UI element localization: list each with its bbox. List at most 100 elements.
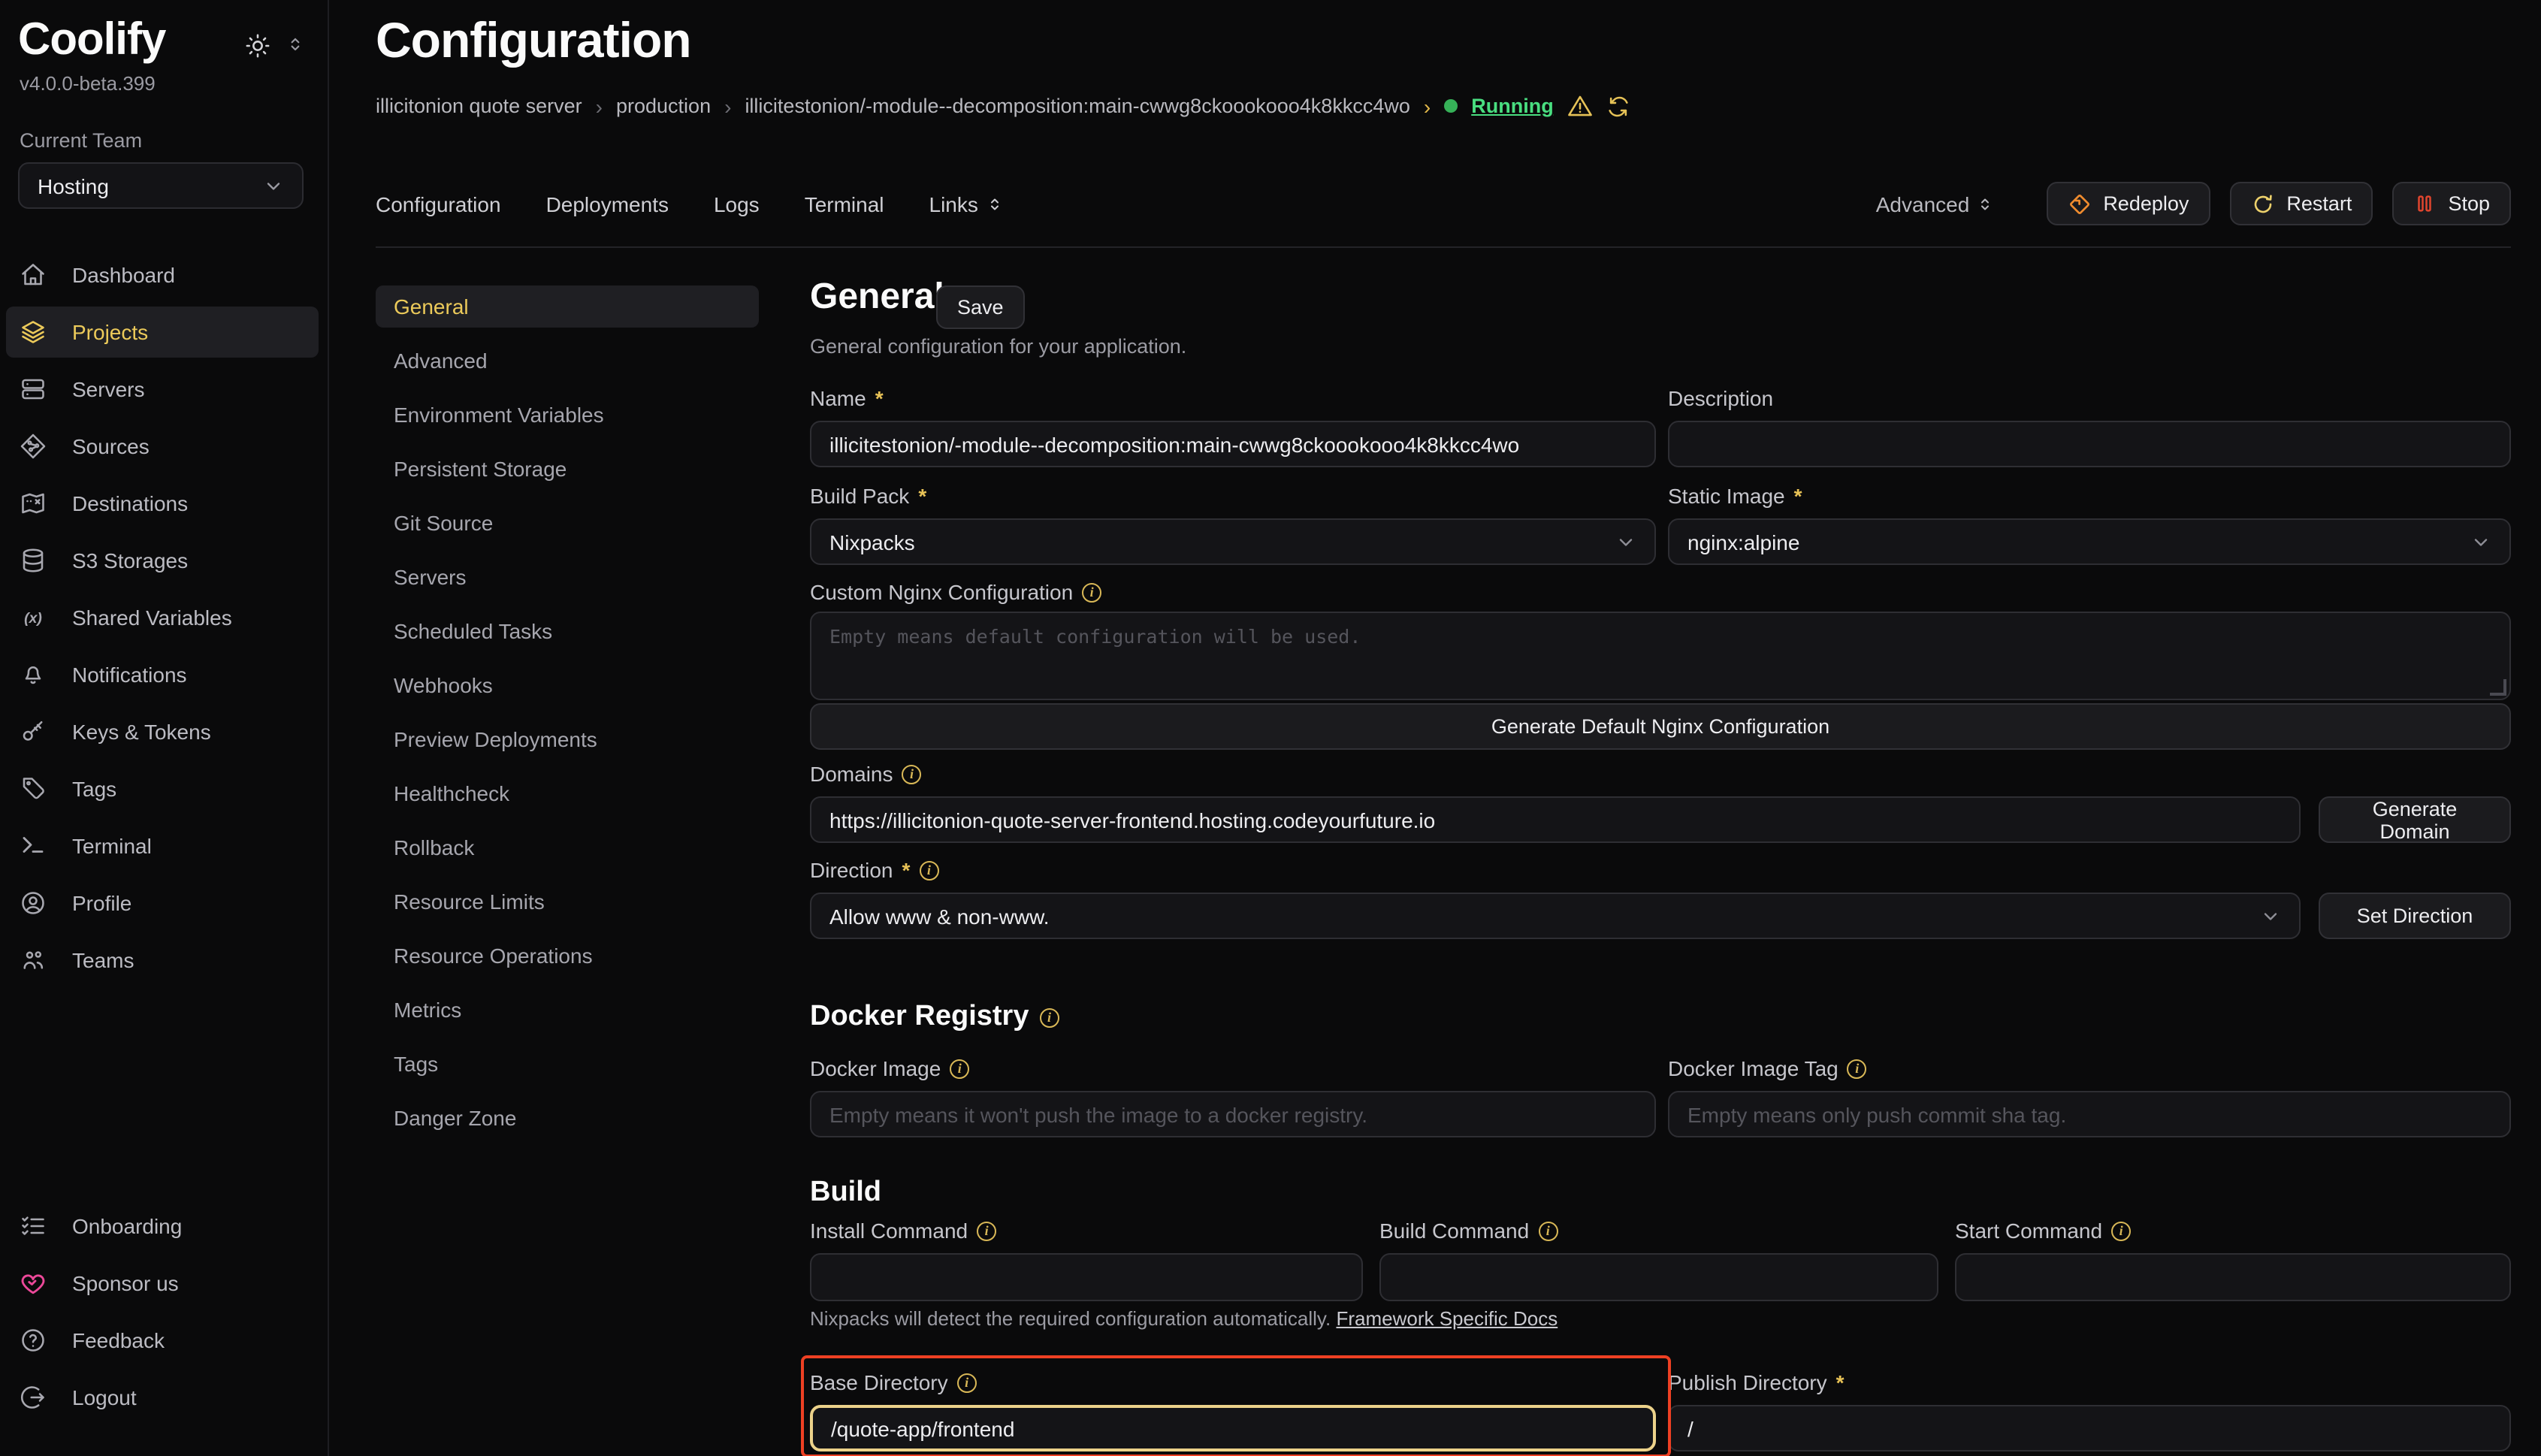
config-subnav: General Advanced Environment Variables P… [376,285,759,1151]
git-source-icon [20,433,47,460]
build-pack-select[interactable]: Nixpacks [810,518,1656,565]
subnav-item-scheduled-tasks[interactable]: Scheduled Tasks [376,610,759,652]
subnav-item-metrics[interactable]: Metrics [376,989,759,1031]
static-image-select[interactable]: nginx:alpine [1668,518,2511,565]
domains-input[interactable] [810,796,2301,843]
sidebar-item-label: Destinations [72,491,188,515]
sidebar-item-servers[interactable]: Servers [6,364,319,415]
subnav-item-tags[interactable]: Tags [376,1043,759,1085]
tab-links[interactable]: Links [929,192,1004,216]
current-team-label: Current Team [20,129,142,152]
stop-button[interactable]: Stop [2392,182,2511,225]
sidebar-item-tags[interactable]: Tags [6,763,319,814]
subnav-item-persistent-storage[interactable]: Persistent Storage [376,448,759,490]
sidebar-item-logout[interactable]: Logout [6,1372,319,1423]
info-icon[interactable]: i [919,860,938,880]
key-icon [20,718,47,745]
subnav-item-preview-deployments[interactable]: Preview Deployments [376,718,759,760]
sidebar-item-label: Teams [72,948,134,972]
sidebar-item-shared-variables[interactable]: (x) Shared Variables [6,592,319,643]
direction-select[interactable]: Allow www & non-www. [810,893,2301,939]
install-command-input[interactable] [810,1253,1363,1301]
sidebar-item-dashboard[interactable]: Dashboard [6,249,319,301]
subnav-item-resource-operations[interactable]: Resource Operations [376,935,759,977]
info-icon[interactable]: i [2111,1221,2131,1240]
team-select[interactable]: Hosting [18,162,304,209]
info-icon[interactable]: i [957,1373,977,1392]
generate-domain-button[interactable]: Generate Domain [2319,796,2511,843]
sidebar-item-s3-storages[interactable]: S3 Storages [6,535,319,586]
framework-docs-link[interactable]: Framework Specific Docs [1336,1307,1558,1330]
advanced-dropdown[interactable]: Advanced [1876,192,1994,216]
sidebar-item-keys-tokens[interactable]: Keys & Tokens [6,706,319,757]
info-icon[interactable]: i [950,1059,969,1078]
team-select-value: Hosting [38,174,109,198]
info-icon[interactable]: i [1082,582,1101,602]
name-input[interactable] [810,421,1656,467]
sidebar-item-sources[interactable]: Sources [6,421,319,472]
sidebar-item-onboarding[interactable]: Onboarding [6,1201,319,1252]
breadcrumb-project[interactable]: illicitonion quote server [376,95,582,117]
sidebar-item-profile[interactable]: Profile [6,878,319,929]
tab-deployments[interactable]: Deployments [546,192,669,216]
required-marker: * [918,484,926,508]
info-icon[interactable]: i [1538,1221,1558,1240]
refresh-icon[interactable] [1606,94,1630,118]
subnav-item-danger-zone[interactable]: Danger Zone [376,1097,759,1139]
description-input[interactable] [1668,421,2511,467]
tab-logs[interactable]: Logs [714,192,760,216]
sidebar-item-projects[interactable]: Projects [6,307,319,358]
generate-nginx-button[interactable]: Generate Default Nginx Configuration [810,703,2511,750]
chevron-down-icon [2260,905,2281,926]
sidebar-item-label: Feedback [72,1328,165,1352]
tab-terminal[interactable]: Terminal [805,192,884,216]
subnav-item-general[interactable]: General [376,285,759,328]
sidebar-item-teams[interactable]: Teams [6,935,319,986]
subnav-item-environment-variables[interactable]: Environment Variables [376,394,759,436]
sidebar-item-terminal[interactable]: Terminal [6,820,319,871]
info-icon[interactable]: i [977,1221,996,1240]
subnav-item-git-source[interactable]: Git Source [376,502,759,544]
breadcrumb-application[interactable]: illicitestonion/-module--decomposition:m… [745,95,1409,117]
docker-image-tag-input[interactable] [1668,1091,2511,1137]
docker-image-input[interactable] [810,1091,1656,1137]
chevrons-up-down-icon [1975,195,1993,213]
sidebar-item-destinations[interactable]: Destinations [6,478,319,529]
top-actions: Advanced Redeploy Restart Stop [1876,182,2511,225]
subnav-item-resource-limits[interactable]: Resource Limits [376,881,759,923]
set-direction-button[interactable]: Set Direction [2319,893,2511,939]
subnav-item-healthcheck[interactable]: Healthcheck [376,772,759,814]
redeploy-button[interactable]: Redeploy [2046,182,2210,225]
tab-configuration[interactable]: Configuration [376,192,501,216]
breadcrumb-separator: › [1424,94,1431,118]
info-icon[interactable]: i [1039,1007,1059,1027]
subnav-item-rollback[interactable]: Rollback [376,826,759,868]
publish-directory-input[interactable] [1668,1405,2511,1451]
theme-toggle-sun-icon[interactable] [245,33,270,59]
sidebar-item-feedback[interactable]: Feedback [6,1315,319,1366]
restart-button[interactable]: Restart [2229,182,2373,225]
save-button[interactable]: Save [936,285,1025,329]
info-icon[interactable]: i [902,764,922,784]
sidebar-item-label: Sponsor us [72,1271,179,1295]
custom-nginx-textarea[interactable] [810,612,2511,700]
status-badge[interactable]: Running [1471,95,1553,117]
docker-registry-heading: Docker Registryi [810,1001,1059,1034]
direction-label: Direction*i [810,858,938,882]
breadcrumb-environment[interactable]: production [616,95,711,117]
subnav-item-advanced[interactable]: Advanced [376,340,759,382]
build-command-input[interactable] [1379,1253,1938,1301]
sidebar-item-sponsor-us[interactable]: Sponsor us [6,1258,319,1309]
start-command-input[interactable] [1955,1253,2511,1301]
info-icon[interactable]: i [1848,1059,1867,1078]
page-title: Configuration [376,12,691,69]
nixpacks-note: Nixpacks will detect the required config… [810,1307,1558,1330]
chevrons-up-down-icon[interactable] [286,35,305,54]
warning-icon[interactable] [1567,93,1593,119]
sidebar-item-notifications[interactable]: Notifications [6,649,319,700]
sidebar-item-label: Dashboard [72,263,175,287]
stop-pause-icon [2413,192,2436,215]
base-directory-input[interactable] [810,1405,1656,1451]
subnav-item-webhooks[interactable]: Webhooks [376,664,759,706]
subnav-item-servers[interactable]: Servers [376,556,759,598]
